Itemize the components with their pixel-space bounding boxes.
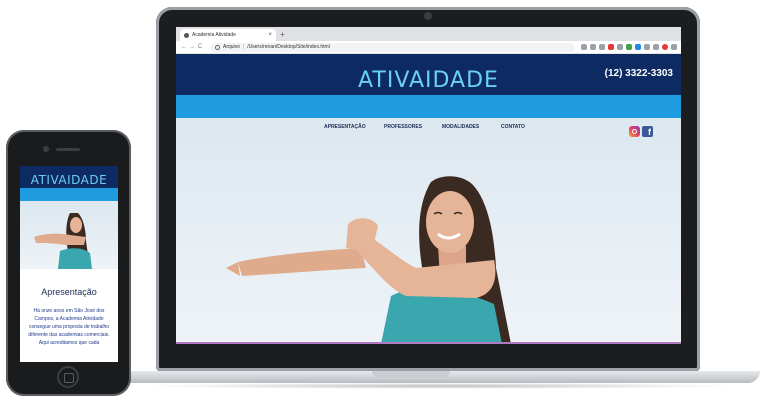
forward-icon[interactable]: → bbox=[188, 44, 196, 50]
tab-close-icon[interactable]: × bbox=[268, 32, 272, 38]
nav-item-professores[interactable]: PROFESSORES bbox=[384, 124, 422, 130]
browser-tabbar: Academia Atividade × + bbox=[176, 27, 681, 41]
mobile-paragraph: Há onze anos em São José dos Campos, a A… bbox=[28, 308, 110, 346]
laptop-camera bbox=[424, 12, 432, 20]
new-tab-button[interactable]: + bbox=[280, 29, 285, 41]
mobile-logo[interactable]: ATIVAIDADE bbox=[20, 173, 118, 187]
url-scheme-label: Arquivo bbox=[223, 44, 240, 50]
facebook-icon[interactable]: f bbox=[642, 126, 653, 137]
menu-dots-icon[interactable] bbox=[671, 44, 677, 50]
nav-item-apresentacao[interactable]: APRESENTAÇÃO bbox=[324, 124, 366, 130]
url-separator: | bbox=[242, 44, 245, 50]
site-phone: (12) 3322-3303 bbox=[604, 68, 673, 79]
laptop-notch bbox=[372, 371, 450, 377]
site-nav: APRESENTAÇÃO PROFESSORES MODALIDADES CON… bbox=[176, 124, 681, 137]
laptop-shadow bbox=[140, 383, 740, 389]
extension-icon[interactable] bbox=[599, 44, 605, 50]
extension-icon[interactable] bbox=[644, 44, 650, 50]
mobile-header-band bbox=[20, 188, 118, 201]
site-header: ATIVAIDADE (12) 3322-3303 bbox=[176, 54, 681, 95]
browser-address-bar: ← → C Arquivo | /Users/renan/Desktop/Sit… bbox=[176, 41, 681, 54]
extension-icon[interactable] bbox=[635, 44, 641, 50]
url-input[interactable]: Arquivo | /Users/renan/Desktop/Site/inde… bbox=[210, 42, 575, 52]
mobile-hero bbox=[20, 201, 118, 269]
phone-screen: ATIVAIDADE Apresentação Há onze anos em … bbox=[20, 166, 118, 362]
extension-icon[interactable] bbox=[617, 44, 623, 50]
site-hero: APRESENTAÇÃO PROFESSORES MODALIDADES CON… bbox=[176, 118, 681, 344]
phone-camera bbox=[43, 146, 49, 152]
laptop-screen: Academia Atividade × + ← → C Arquivo | /… bbox=[176, 27, 681, 344]
phone-speaker bbox=[56, 148, 80, 151]
reload-icon[interactable]: C bbox=[196, 44, 204, 50]
tab-title: Academia Atividade bbox=[192, 32, 236, 38]
extension-icon[interactable] bbox=[590, 44, 596, 50]
device-mockup-stage: Academia Atividade × + ← → C Arquivo | /… bbox=[0, 0, 770, 400]
mobile-hero-photo bbox=[34, 213, 92, 269]
extension-icon[interactable] bbox=[608, 44, 614, 50]
instagram-icon[interactable] bbox=[629, 126, 640, 137]
nav-item-contato[interactable]: CONTATO bbox=[501, 124, 525, 130]
laptop-bottom-bezel bbox=[176, 344, 681, 364]
site-header-band bbox=[176, 95, 681, 118]
extension-icons bbox=[581, 44, 677, 50]
info-icon[interactable] bbox=[215, 44, 220, 50]
mobile-header: ATIVAIDADE bbox=[20, 166, 118, 188]
browser-tab[interactable]: Academia Atividade × bbox=[180, 29, 276, 41]
phone: ATIVAIDADE Apresentação Há onze anos em … bbox=[6, 130, 131, 396]
nav-item-modalidades[interactable]: MODALIDADES bbox=[442, 124, 479, 130]
back-icon[interactable]: ← bbox=[180, 44, 188, 50]
phone-home-button[interactable] bbox=[57, 366, 79, 388]
puzzle-icon[interactable] bbox=[653, 44, 659, 50]
social-links: f bbox=[629, 126, 653, 137]
extension-icon[interactable] bbox=[626, 44, 632, 50]
mobile-section-title: Apresentação bbox=[41, 287, 97, 297]
profile-avatar[interactable] bbox=[662, 44, 668, 50]
bookmark-star-icon[interactable] bbox=[581, 44, 587, 50]
favicon-icon bbox=[184, 32, 189, 38]
url-path: /Users/renan/Desktop/Site/index.html bbox=[247, 44, 330, 50]
hero-photo bbox=[226, 176, 511, 344]
